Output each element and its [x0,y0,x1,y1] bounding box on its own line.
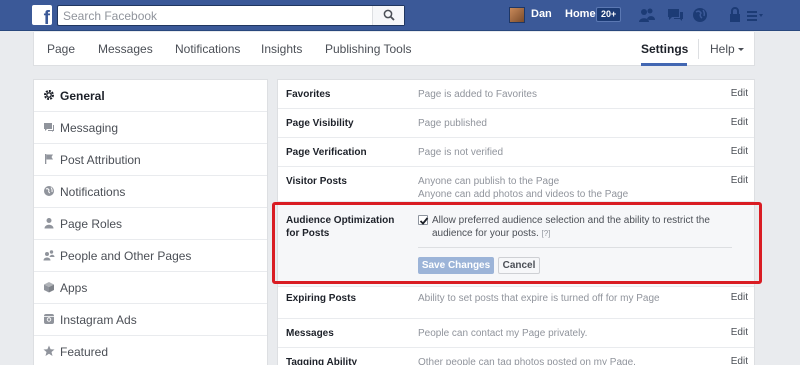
setting-value: Anyone can publish to the Page Anyone can… [418,175,718,201]
friend-requests-icon[interactable] [638,7,656,23]
tab-settings[interactable]: Settings [641,42,688,56]
setting-value-line: Anyone can publish to the Page [418,176,560,187]
setting-value: People can contact my Page privately. [418,328,588,339]
general-settings-panel: Favorites Page is added to Favorites Edi… [277,79,755,365]
sidebar-item-general[interactable]: General [34,80,267,112]
checkbox-label: Allow preferred audience selection and t… [432,215,710,239]
account-menu-icon[interactable] [746,7,766,23]
setting-value: Other people can tag photos posted on my… [418,357,636,365]
person-icon [44,218,54,229]
sidebar-item-post-attribution[interactable]: Post Attribution [34,144,267,176]
setting-label: Page Visibility [286,118,354,129]
globe-icon [44,186,54,196]
setting-row-messages[interactable]: Messages People can contact my Page priv… [278,319,754,348]
divider [418,247,732,248]
active-tab-indicator [641,63,687,66]
people-icon [43,250,55,261]
setting-label: Expiring Posts [286,293,357,304]
sidebar-item-people-and-other-pages[interactable]: People and Other Pages [34,240,267,272]
messages-icon[interactable] [666,7,684,23]
setting-row-page-verification[interactable]: Page Verification Page is not verified E… [278,138,754,167]
home-count-badge: 20+ [596,7,622,22]
avatar[interactable] [509,7,525,23]
cube-icon [44,282,54,293]
flag-icon [45,154,53,164]
setting-label: Audience Optimization for Posts [286,215,395,239]
home-link[interactable]: Home [565,8,596,20]
edit-link[interactable]: Edit [731,117,748,128]
sidebar-item-label: Post Attribution [60,153,141,167]
sidebar-item-label: General [60,89,105,103]
tab-publishing-tools[interactable]: Publishing Tools [325,42,412,56]
settings-sidebar: General Messaging Post Attribution Notif… [33,79,268,365]
tab-insights[interactable]: Insights [261,42,302,56]
chevron-down-icon [738,48,744,51]
sidebar-item-label: Notifications [60,185,126,199]
setting-row-audience-optimization: Audience Optimization for Posts Allow pr… [278,202,754,287]
globe-notifications-icon[interactable] [692,7,708,23]
setting-row-visitor-posts[interactable]: Visitor Posts Anyone can publish to the … [278,167,754,202]
setting-label: Tagging Ability [286,357,358,365]
sidebar-item-label: Messaging [60,121,119,135]
user-name-link[interactable]: Dan [531,8,552,20]
tab-page[interactable]: Page [47,42,75,56]
tab-notifications[interactable]: Notifications [175,42,240,56]
page-nav: Page Messages Notifications Insights Pub… [33,32,755,66]
checkmark-icon [419,217,429,225]
sidebar-item-label: Instagram Ads [60,313,137,327]
edit-link[interactable]: Edit [731,146,748,157]
setting-value: Page is not verified [418,147,504,158]
setting-label: Favorites [286,89,331,100]
setting-value: Page published [418,118,487,129]
edit-link[interactable]: Edit [731,88,748,99]
setting-row-tagging-ability[interactable]: Tagging Ability Other people can tag pho… [278,348,754,365]
setting-label: Visitor Posts [286,176,347,187]
sidebar-item-apps[interactable]: Apps [34,272,267,304]
search-button[interactable] [372,6,404,25]
facebook-logo-icon[interactable]: f [32,5,52,25]
setting-value-line: Anyone can add photos and videos to the … [418,189,629,200]
audience-optimization-checkbox[interactable] [418,215,429,225]
checkbox-description: Allow preferred audience selection and t… [432,214,722,240]
gear-icon [44,90,54,100]
edit-link[interactable]: Edit [731,175,748,186]
sidebar-item-label: Page Roles [60,217,123,231]
speech-bubble-icon [44,123,54,132]
setting-value: Ability to set posts that expire is turn… [418,293,660,304]
edit-link[interactable]: Edit [731,356,748,365]
setting-label: Messages [286,328,334,339]
sidebar-item-featured[interactable]: Featured [34,336,267,365]
setting-row-expiring-posts[interactable]: Expiring Posts Ability to set posts that… [278,287,754,319]
setting-row-page-visibility[interactable]: Page Visibility Page published Edit [278,109,754,138]
edit-link[interactable]: Edit [731,327,748,338]
sidebar-item-messaging[interactable]: Messaging [34,112,267,144]
setting-label: Page Verification [286,147,367,158]
cancel-button[interactable]: Cancel [498,257,540,274]
save-changes-button[interactable]: Save Changes [418,257,494,274]
top-bar: f Dan Home 20+ [0,0,800,31]
search-input[interactable] [58,6,368,25]
tab-messages[interactable]: Messages [98,42,153,56]
nav-divider [698,39,699,59]
sidebar-item-notifications[interactable]: Notifications [34,176,267,208]
setting-row-favorites[interactable]: Favorites Page is added to Favorites Edi… [278,80,754,109]
star-icon [43,345,55,356]
sidebar-item-instagram-ads[interactable]: Instagram Ads [34,304,267,336]
search-box [57,5,405,26]
search-icon [383,9,395,21]
sidebar-item-page-roles[interactable]: Page Roles [34,208,267,240]
sidebar-item-label: People and Other Pages [60,249,192,263]
sidebar-item-label: Featured [60,345,109,359]
instagram-icon [44,314,54,324]
setting-value: Page is added to Favorites [418,89,537,100]
help-menu[interactable]: Help [710,42,735,56]
privacy-shortcuts-icon[interactable] [728,7,742,23]
sidebar-item-label: Apps [60,281,88,295]
help-link[interactable]: [?] [542,229,551,238]
edit-link[interactable]: Edit [731,292,748,303]
